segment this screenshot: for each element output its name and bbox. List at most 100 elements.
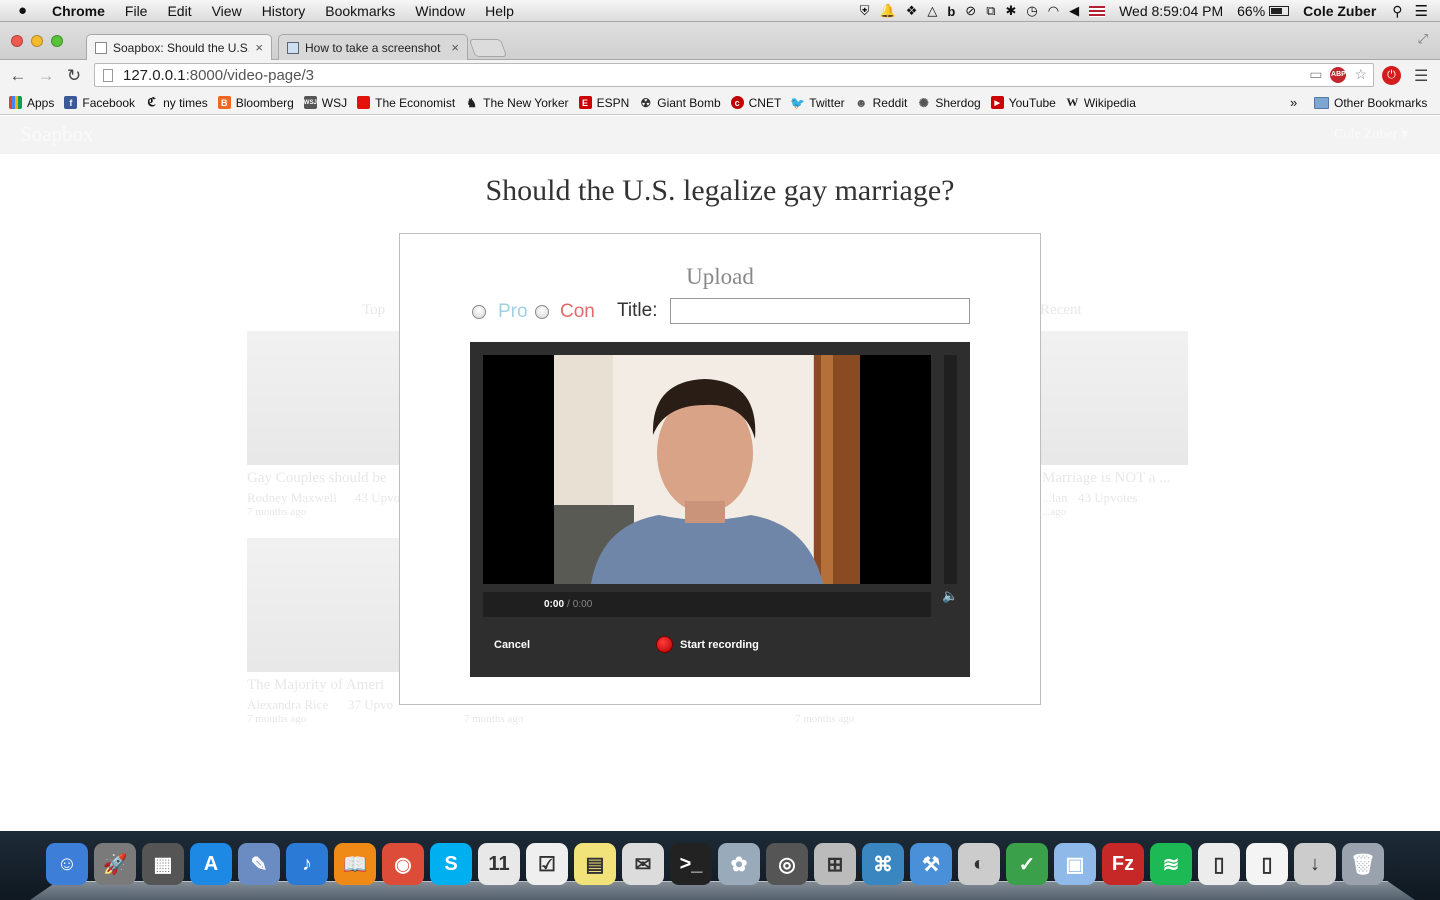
pro-radio[interactable] [472, 305, 486, 319]
bluetooth-icon[interactable]: ✱ [1006, 3, 1017, 19]
bookmark-youtube[interactable]: ▶ YouTube [990, 96, 1056, 110]
google-drive-icon[interactable]: △ [927, 3, 937, 19]
volume-slider[interactable] [944, 355, 957, 584]
start-recording-button[interactable]: Start recording [656, 636, 759, 653]
mysql-workbench-icon[interactable]: ⌘ [862, 843, 904, 885]
document2-icon[interactable]: ▯ [1246, 843, 1288, 885]
bookmarks-overflow-button[interactable]: » [1290, 95, 1297, 110]
menubar-clock[interactable]: Wed 8:59:04 PM [1119, 3, 1223, 19]
video-thumbnail[interactable] [247, 538, 399, 672]
circle-slash-icon[interactable]: ⊘ [965, 3, 976, 19]
chrome-icon[interactable]: ◉ [382, 843, 424, 885]
window-close-button[interactable] [11, 35, 23, 47]
bookmark-star-icon[interactable]: ☆ [1354, 66, 1367, 83]
power-extension-icon[interactable]: ⏻ [1382, 66, 1401, 85]
video-title[interactable]: Gay Couples should be [247, 470, 387, 487]
reminders-icon[interactable]: ☑ [526, 843, 568, 885]
dropbox-icon[interactable]: ❖ [906, 3, 918, 19]
stickies-icon[interactable]: ▤ [574, 843, 616, 885]
facetime-icon[interactable]: ◎ [766, 843, 808, 885]
notification-center-icon[interactable]: ☰ [1415, 2, 1428, 20]
us-flag-icon[interactable] [1089, 5, 1106, 17]
terminal-icon[interactable]: >_ [670, 843, 712, 885]
tab-soapbox[interactable]: Soapbox: Should the U.S. le × [86, 34, 272, 60]
menu-help[interactable]: Help [485, 3, 514, 19]
downloads-icon[interactable]: ↓ [1294, 843, 1336, 885]
bookmark-cnet[interactable]: c CNET [730, 96, 781, 110]
sequel-icon[interactable]: ◐ [958, 843, 1000, 885]
back-arrow-icon[interactable]: ← [4, 66, 32, 86]
finder-icon[interactable]: ☺ [46, 843, 88, 885]
camera-blocked-icon[interactable]: ▭ [1309, 66, 1322, 83]
spotlight-search-icon[interactable]: ⚲ [1392, 3, 1402, 20]
skype-icon[interactable]: S [430, 843, 472, 885]
itunes-icon[interactable]: ♪ [286, 843, 328, 885]
bold-b-icon[interactable]: b [947, 4, 955, 19]
cancel-button[interactable]: Cancel [494, 639, 530, 651]
wifi-icon[interactable]: ◠ [1048, 3, 1059, 19]
menu-view[interactable]: View [212, 3, 242, 19]
con-label[interactable]: Con [560, 301, 595, 323]
menu-bookmarks[interactable]: Bookmarks [325, 3, 395, 19]
reload-icon[interactable]: ↻ [60, 66, 88, 86]
site-brand[interactable]: Soapbox [20, 122, 94, 147]
bookmark-giant-bomb[interactable]: ☢ Giant Bomb [639, 96, 720, 110]
notification-bell-icon[interactable]: 🔔 [880, 3, 896, 19]
bookmark-wsj[interactable]: WSJ WSJ [303, 96, 347, 110]
window-zoom-button[interactable] [51, 35, 63, 47]
photos-icon[interactable]: ✿ [718, 843, 760, 885]
bookmark-apps[interactable]: Apps [9, 96, 54, 110]
new-tab-button[interactable] [468, 39, 508, 57]
playback-timebar[interactable]: 0:00 / 0:00 [483, 592, 931, 617]
speaker-icon[interactable]: 🔈 [942, 588, 958, 604]
screens-icon[interactable]: ⧉ [986, 3, 995, 19]
mission-control-icon[interactable]: ▦ [142, 843, 184, 885]
bookmark-wikipedia[interactable]: W Wikipedia [1066, 95, 1136, 110]
chrome-menu-icon[interactable]: ☰ [1414, 66, 1428, 86]
video-thumbnail[interactable] [1036, 331, 1188, 465]
bookmark-espn[interactable]: E ESPN [578, 96, 629, 110]
bookmark-reddit[interactable]: ☻ Reddit [855, 96, 908, 110]
video-title[interactable]: Marriage is NOT a ... [1042, 470, 1170, 487]
fast-user-switch[interactable]: Cole Zuber [1303, 3, 1376, 19]
forward-arrow-icon[interactable]: → [32, 66, 60, 86]
menu-file[interactable]: File [125, 3, 148, 19]
bookmark-nytimes[interactable]: ℭ ny times [145, 95, 207, 110]
apple-menu-icon[interactable]: ● [18, 2, 38, 19]
bookmark-new-yorker[interactable]: ♞ The New Yorker [465, 96, 568, 110]
shield-icon[interactable]: ⛨ [860, 3, 870, 19]
filezilla-icon[interactable]: Fz [1102, 843, 1144, 885]
con-radio[interactable] [535, 305, 549, 319]
video-thumbnail[interactable] [247, 331, 399, 465]
menu-history[interactable]: History [262, 3, 306, 19]
other-bookmarks[interactable]: Other Bookmarks [1314, 96, 1427, 110]
battery-status[interactable]: 66% [1237, 3, 1290, 19]
tab-close-icon[interactable]: × [255, 40, 263, 55]
calendar-icon[interactable]: 11 [478, 843, 520, 885]
bookmark-facebook[interactable]: f Facebook [64, 96, 135, 110]
fullscreen-icon[interactable]: ⤢ [1418, 31, 1428, 47]
menu-edit[interactable]: Edit [167, 3, 191, 19]
app-menu[interactable]: Chrome [52, 3, 105, 19]
textedit-icon[interactable]: ✉ [622, 843, 664, 885]
trash-icon[interactable]: 🗑 [1342, 843, 1384, 885]
app-store-icon[interactable]: A [190, 843, 232, 885]
address-bar[interactable]: 127.0.0.1 :8000/video-page/3 ▭ ABP ☆ [94, 63, 1374, 87]
adblock-plus-icon[interactable]: ABP [1330, 66, 1347, 83]
bookmark-sherdog[interactable]: ✺ Sherdog [917, 96, 981, 110]
bookmark-economist[interactable]: The Economist [357, 96, 455, 110]
launchpad-icon[interactable]: 🚀 [94, 843, 136, 885]
time-machine-icon[interactable]: ◷ [1026, 3, 1037, 19]
bookmark-bloomberg[interactable]: B Bloomberg [217, 96, 294, 110]
coda-icon[interactable]: ✓ [1006, 843, 1048, 885]
tab-close-icon[interactable]: × [451, 40, 459, 55]
calculator-icon[interactable]: ⊞ [814, 843, 856, 885]
bookmark-twitter[interactable]: 🐦 Twitter [790, 96, 844, 110]
document-icon[interactable]: ▯ [1198, 843, 1240, 885]
ibooks-icon[interactable]: 📖 [334, 843, 376, 885]
xcode-icon[interactable]: ⚒ [910, 843, 952, 885]
user-dropdown[interactable]: Cole Zuber ▾ [1334, 126, 1408, 143]
video-title[interactable]: The Majority of Ameri [247, 677, 384, 694]
window-minimize-button[interactable] [31, 35, 43, 47]
pro-label[interactable]: Pro [498, 301, 528, 323]
